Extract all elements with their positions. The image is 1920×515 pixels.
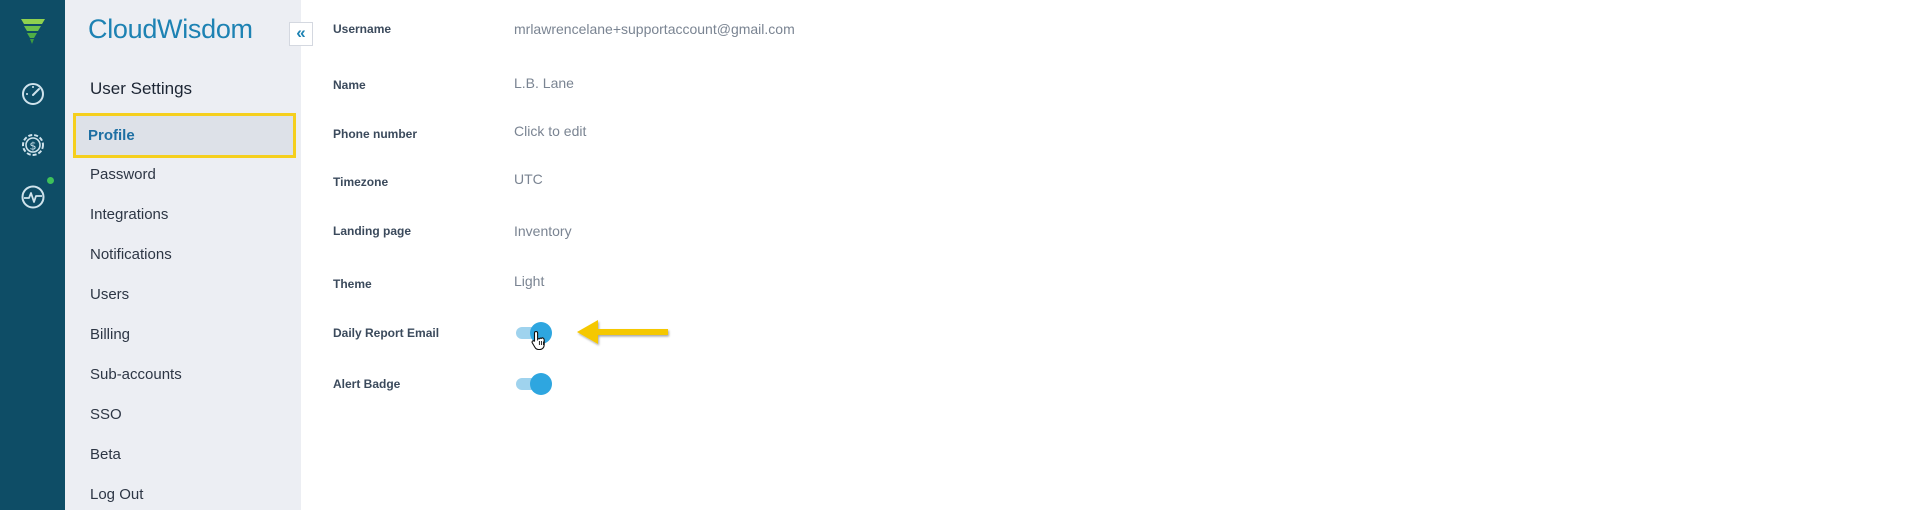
sidebar-item-sub-accounts[interactable]: Sub-accounts <box>65 355 301 395</box>
status-indicator-dot <box>47 177 54 184</box>
sidebar-item-profile[interactable]: Profile <box>73 113 296 158</box>
section-title: User Settings <box>90 79 193 98</box>
monitoring-pulse-icon[interactable] <box>20 184 46 210</box>
sidebar-item-password[interactable]: Password <box>65 155 301 195</box>
alert-badge-toggle[interactable] <box>514 373 552 395</box>
brand-logo[interactable]: CloudWisdom <box>88 14 253 45</box>
profile-form: Username mrlawrencelane+supportaccount@g… <box>301 0 1920 510</box>
username-label: Username <box>333 22 392 36</box>
sidebar-item-billing[interactable]: Billing <box>65 315 301 355</box>
settings-menu: Profile Password Integrations Notificati… <box>65 113 301 515</box>
username-value: mrlawrencelane+supportaccount@gmail.com <box>514 21 795 37</box>
landing-page-label: Landing page <box>333 224 411 238</box>
daily-report-email-toggle[interactable] <box>514 322 552 344</box>
app-rail: $ <box>0 0 65 510</box>
timezone-label: Timezone <box>333 175 389 189</box>
annotation-arrow-icon <box>577 320 668 344</box>
name-field[interactable]: L.B. Lane <box>514 75 574 91</box>
daily-report-email-label: Daily Report Email <box>333 326 440 340</box>
sidebar-item-beta[interactable]: Beta <box>65 435 301 475</box>
dashboard-gauge-icon[interactable] <box>20 80 46 106</box>
sidebar-item-sso[interactable]: SSO <box>65 395 301 435</box>
name-label: Name <box>333 78 366 92</box>
alert-badge-label: Alert Badge <box>333 377 401 391</box>
svg-text:$: $ <box>30 140 37 153</box>
phone-label: Phone number <box>333 127 418 141</box>
toggle-knob <box>530 322 552 344</box>
theme-label: Theme <box>333 277 372 291</box>
sidebar-item-integrations[interactable]: Integrations <box>65 195 301 235</box>
sidebar-item-log-out[interactable]: Log Out <box>65 475 301 515</box>
sidebar-item-users[interactable]: Users <box>65 275 301 315</box>
settings-sidebar: CloudWisdom User Settings Profile Passwo… <box>65 0 301 510</box>
logo-icon[interactable] <box>19 17 47 45</box>
collapse-sidebar-button[interactable]: « <box>289 22 313 46</box>
phone-field[interactable]: Click to edit <box>514 123 586 139</box>
theme-field[interactable]: Light <box>514 273 544 289</box>
toggle-knob <box>530 373 552 395</box>
landing-page-field[interactable]: Inventory <box>514 223 572 239</box>
sidebar-item-notifications[interactable]: Notifications <box>65 235 301 275</box>
cost-gear-dollar-icon[interactable]: $ <box>20 132 46 158</box>
timezone-field[interactable]: UTC <box>514 171 543 187</box>
